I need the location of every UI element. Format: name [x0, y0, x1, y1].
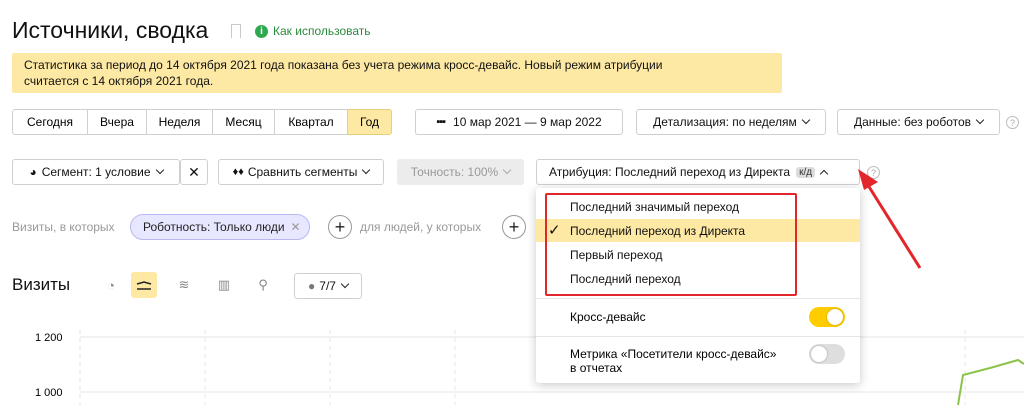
cross-device-badge: к/д — [796, 166, 816, 178]
how-to-use-label: Как использовать — [273, 24, 371, 38]
visits-series-line — [957, 358, 1024, 405]
robotness-filter-chip[interactable]: Роботность: Только люди ✕ — [130, 214, 310, 240]
add-visit-condition-button[interactable]: + — [328, 215, 352, 239]
chevron-down-icon — [801, 115, 811, 125]
chevron-down-icon — [155, 165, 164, 175]
menu-divider — [536, 336, 860, 337]
period-today[interactable]: Сегодня — [12, 109, 88, 135]
date-range-picker[interactable]: ▪▪▪ 10 мар 2021 — 9 мар 2022 — [415, 109, 623, 135]
toggle-knob — [811, 346, 827, 362]
date-range-label: 10 мар 2021 — 9 мар 2022 — [453, 115, 602, 129]
cross-device-label: Кросс-девайс — [570, 310, 646, 324]
series-selector[interactable]: ● 7/7 — [294, 273, 362, 299]
arrow-head — [858, 169, 878, 190]
how-to-use-link[interactable]: i Как использовать — [255, 24, 371, 38]
segment-dropdown[interactable]: ◕ Сегмент: 1 условие — [12, 159, 180, 185]
page-title: Источники, сводка — [12, 17, 209, 43]
metric-label-line-2: в отчетах — [570, 361, 623, 375]
chevron-down-icon — [975, 115, 985, 125]
help-icon[interactable]: ? — [1006, 116, 1019, 129]
segment-label: Сегмент: 1 условие — [41, 165, 151, 179]
detail-dropdown[interactable]: Детализация: по неделям — [636, 109, 826, 135]
accuracy-label: Точность: 100% — [410, 165, 499, 179]
arrow-shaft — [864, 181, 922, 269]
bar-chart-icon[interactable]: ▥ — [211, 272, 237, 298]
period-year[interactable]: Год — [347, 109, 392, 135]
period-selector: Сегодня Вчера Неделя Месяц Квартал Год — [12, 109, 392, 135]
pie-chart-icon[interactable]: ◔ — [98, 272, 124, 298]
visits-chart: 1 200 1 000 — [35, 330, 1024, 405]
metric-cross-device-toggle[interactable] — [809, 344, 845, 364]
close-icon: ✕ — [188, 163, 200, 180]
people-where-label: для людей, у которых — [360, 220, 482, 234]
annotation-highlight-box — [545, 193, 797, 296]
attribution-notice: Статистика за период до 14 октября 2021 … — [12, 53, 782, 93]
attribution-dropdown[interactable]: Атрибуция: Последний переход из Директа … — [536, 159, 860, 185]
bookmark-icon[interactable] — [231, 24, 241, 43]
annotation-arrow — [858, 169, 922, 269]
data-filter-dropdown[interactable]: Данные: без роботов — [837, 109, 1000, 135]
accuracy-dropdown[interactable]: Точность: 100% — [397, 159, 524, 185]
chevron-up-icon — [819, 169, 829, 178]
compare-label: Сравнить сегменты — [247, 165, 358, 179]
detail-label: Детализация: по неделям — [653, 115, 797, 129]
metric-cross-device-label: Метрика «Посетители кросс-девайс» в отче… — [570, 347, 776, 375]
series-count: 7/7 — [319, 279, 336, 293]
period-quarter[interactable]: Квартал — [274, 109, 348, 135]
close-icon[interactable]: ✕ — [291, 220, 301, 234]
y-tick-1000: 1 000 — [35, 387, 63, 399]
notice-line-2: считается с 14 октября 2021 года. — [24, 74, 214, 88]
toggle-knob — [827, 309, 843, 325]
data-filter-label: Данные: без роботов — [853, 115, 972, 129]
pie-icon: ◕ — [29, 165, 37, 179]
compare-segments-dropdown[interactable]: ♦♦ Сравнить сегменты — [218, 159, 384, 185]
chevron-down-icon — [362, 165, 371, 175]
line-chart-glyph — [136, 281, 152, 290]
attribution-label: Атрибуция: Последний переход из Директа — [549, 165, 791, 179]
period-month[interactable]: Месяц — [212, 109, 275, 135]
clear-segment-button[interactable]: ✕ — [180, 159, 208, 185]
calendar-icon: ▪▪▪ — [436, 116, 446, 128]
chevron-down-icon — [502, 165, 512, 175]
y-tick-1200: 1 200 — [35, 332, 63, 344]
speech-bubble-icon: ● — [308, 279, 316, 293]
visits-title: Визиты — [12, 275, 71, 294]
chevron-down-icon — [340, 279, 350, 289]
line-chart-icon[interactable] — [131, 272, 157, 298]
metric-label-line-1: Метрика «Посетители кросс-девайс» — [570, 347, 777, 361]
period-yesterday[interactable]: Вчера — [87, 109, 147, 135]
add-people-condition-button[interactable]: + — [502, 215, 526, 239]
info-icon: i — [255, 24, 268, 38]
area-chart-icon[interactable]: ≋ — [171, 272, 197, 298]
menu-divider — [536, 298, 860, 299]
cross-device-toggle[interactable] — [809, 307, 845, 327]
visits-where-label: Визиты, в которых — [12, 220, 115, 234]
period-week[interactable]: Неделя — [146, 109, 213, 135]
drops-icon: ♦♦ — [232, 166, 244, 178]
notice-line-1: Статистика за период до 14 октября 2021 … — [24, 58, 663, 72]
map-pin-icon[interactable]: ⚲ — [250, 272, 276, 298]
chip-label: Роботность: Только люди — [143, 220, 285, 234]
